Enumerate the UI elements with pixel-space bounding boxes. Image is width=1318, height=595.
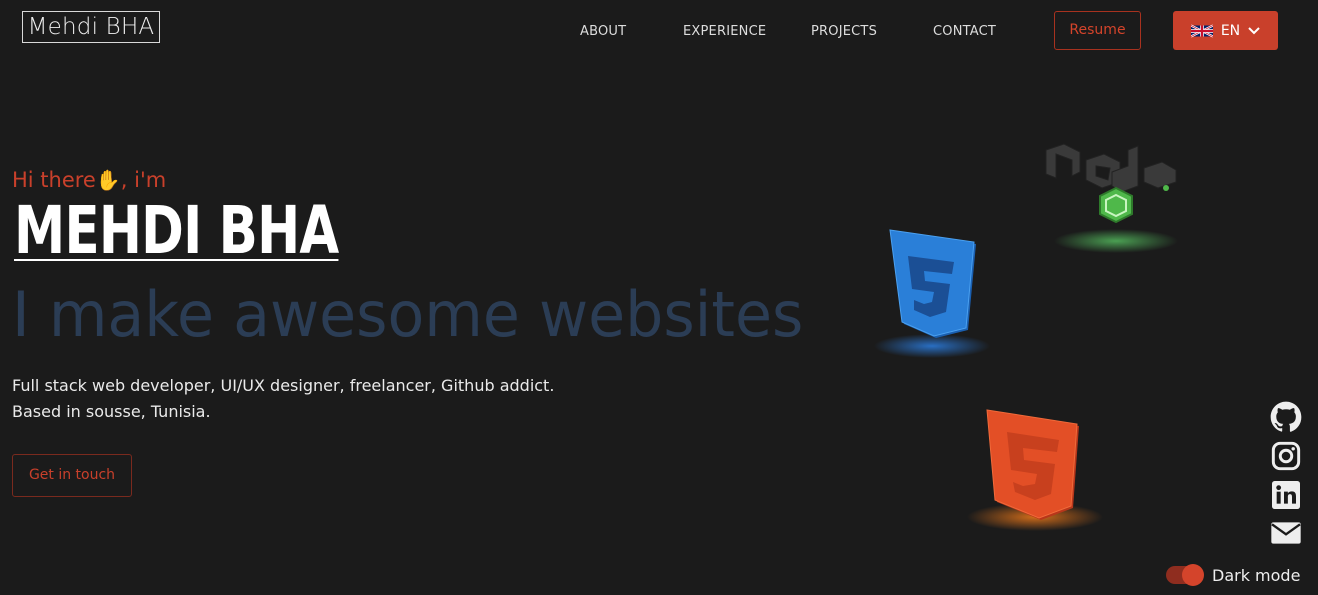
hero-name: MEHDI BHA bbox=[14, 192, 339, 269]
linkedin-icon bbox=[1272, 481, 1300, 509]
wave-emoji: ✋ bbox=[95, 168, 121, 192]
dark-mode-toggle[interactable] bbox=[1166, 564, 1204, 586]
instagram-icon bbox=[1271, 441, 1301, 471]
greeting: Hi there✋, i'm bbox=[12, 168, 166, 192]
instagram-link[interactable] bbox=[1270, 440, 1302, 472]
get-in-touch-button[interactable]: Get in touch bbox=[12, 454, 132, 497]
language-label: EN bbox=[1220, 22, 1241, 39]
greeting-text: Hi there bbox=[12, 168, 96, 192]
uk-flag-icon bbox=[1190, 24, 1213, 37]
toggle-knob bbox=[1182, 564, 1204, 586]
nav-experience[interactable]: EXPERIENCE bbox=[683, 24, 766, 39]
hero-tagline: I make awesome websites bbox=[12, 278, 804, 351]
node-3d-logo bbox=[1045, 143, 1178, 253]
mail-icon bbox=[1271, 522, 1301, 544]
resume-button[interactable]: Resume bbox=[1054, 11, 1141, 50]
hero-description: Full stack web developer, UI/UX designer… bbox=[12, 373, 554, 425]
nav-about[interactable]: ABOUT bbox=[580, 24, 626, 39]
greeting-suffix: , i'm bbox=[120, 168, 167, 192]
css3-3d-logo bbox=[874, 229, 990, 358]
email-link[interactable] bbox=[1270, 517, 1302, 549]
chevron-down-icon bbox=[1248, 26, 1260, 34]
dark-mode-label: Dark mode bbox=[1212, 566, 1301, 585]
language-select[interactable]: EN bbox=[1173, 11, 1278, 50]
linkedin-link[interactable] bbox=[1270, 479, 1302, 511]
site-logo[interactable]: Mehdi BHA bbox=[22, 11, 160, 43]
description-line: Full stack web developer, UI/UX designer… bbox=[12, 376, 555, 395]
github-link[interactable] bbox=[1270, 401, 1302, 433]
github-icon bbox=[1270, 401, 1302, 432]
nav-contact[interactable]: CONTACT bbox=[933, 24, 996, 39]
description-line: Based in sousse, Tunisia. bbox=[12, 402, 211, 421]
nav-projects[interactable]: PROJECTS bbox=[811, 24, 877, 39]
html5-3d-logo bbox=[967, 409, 1103, 531]
